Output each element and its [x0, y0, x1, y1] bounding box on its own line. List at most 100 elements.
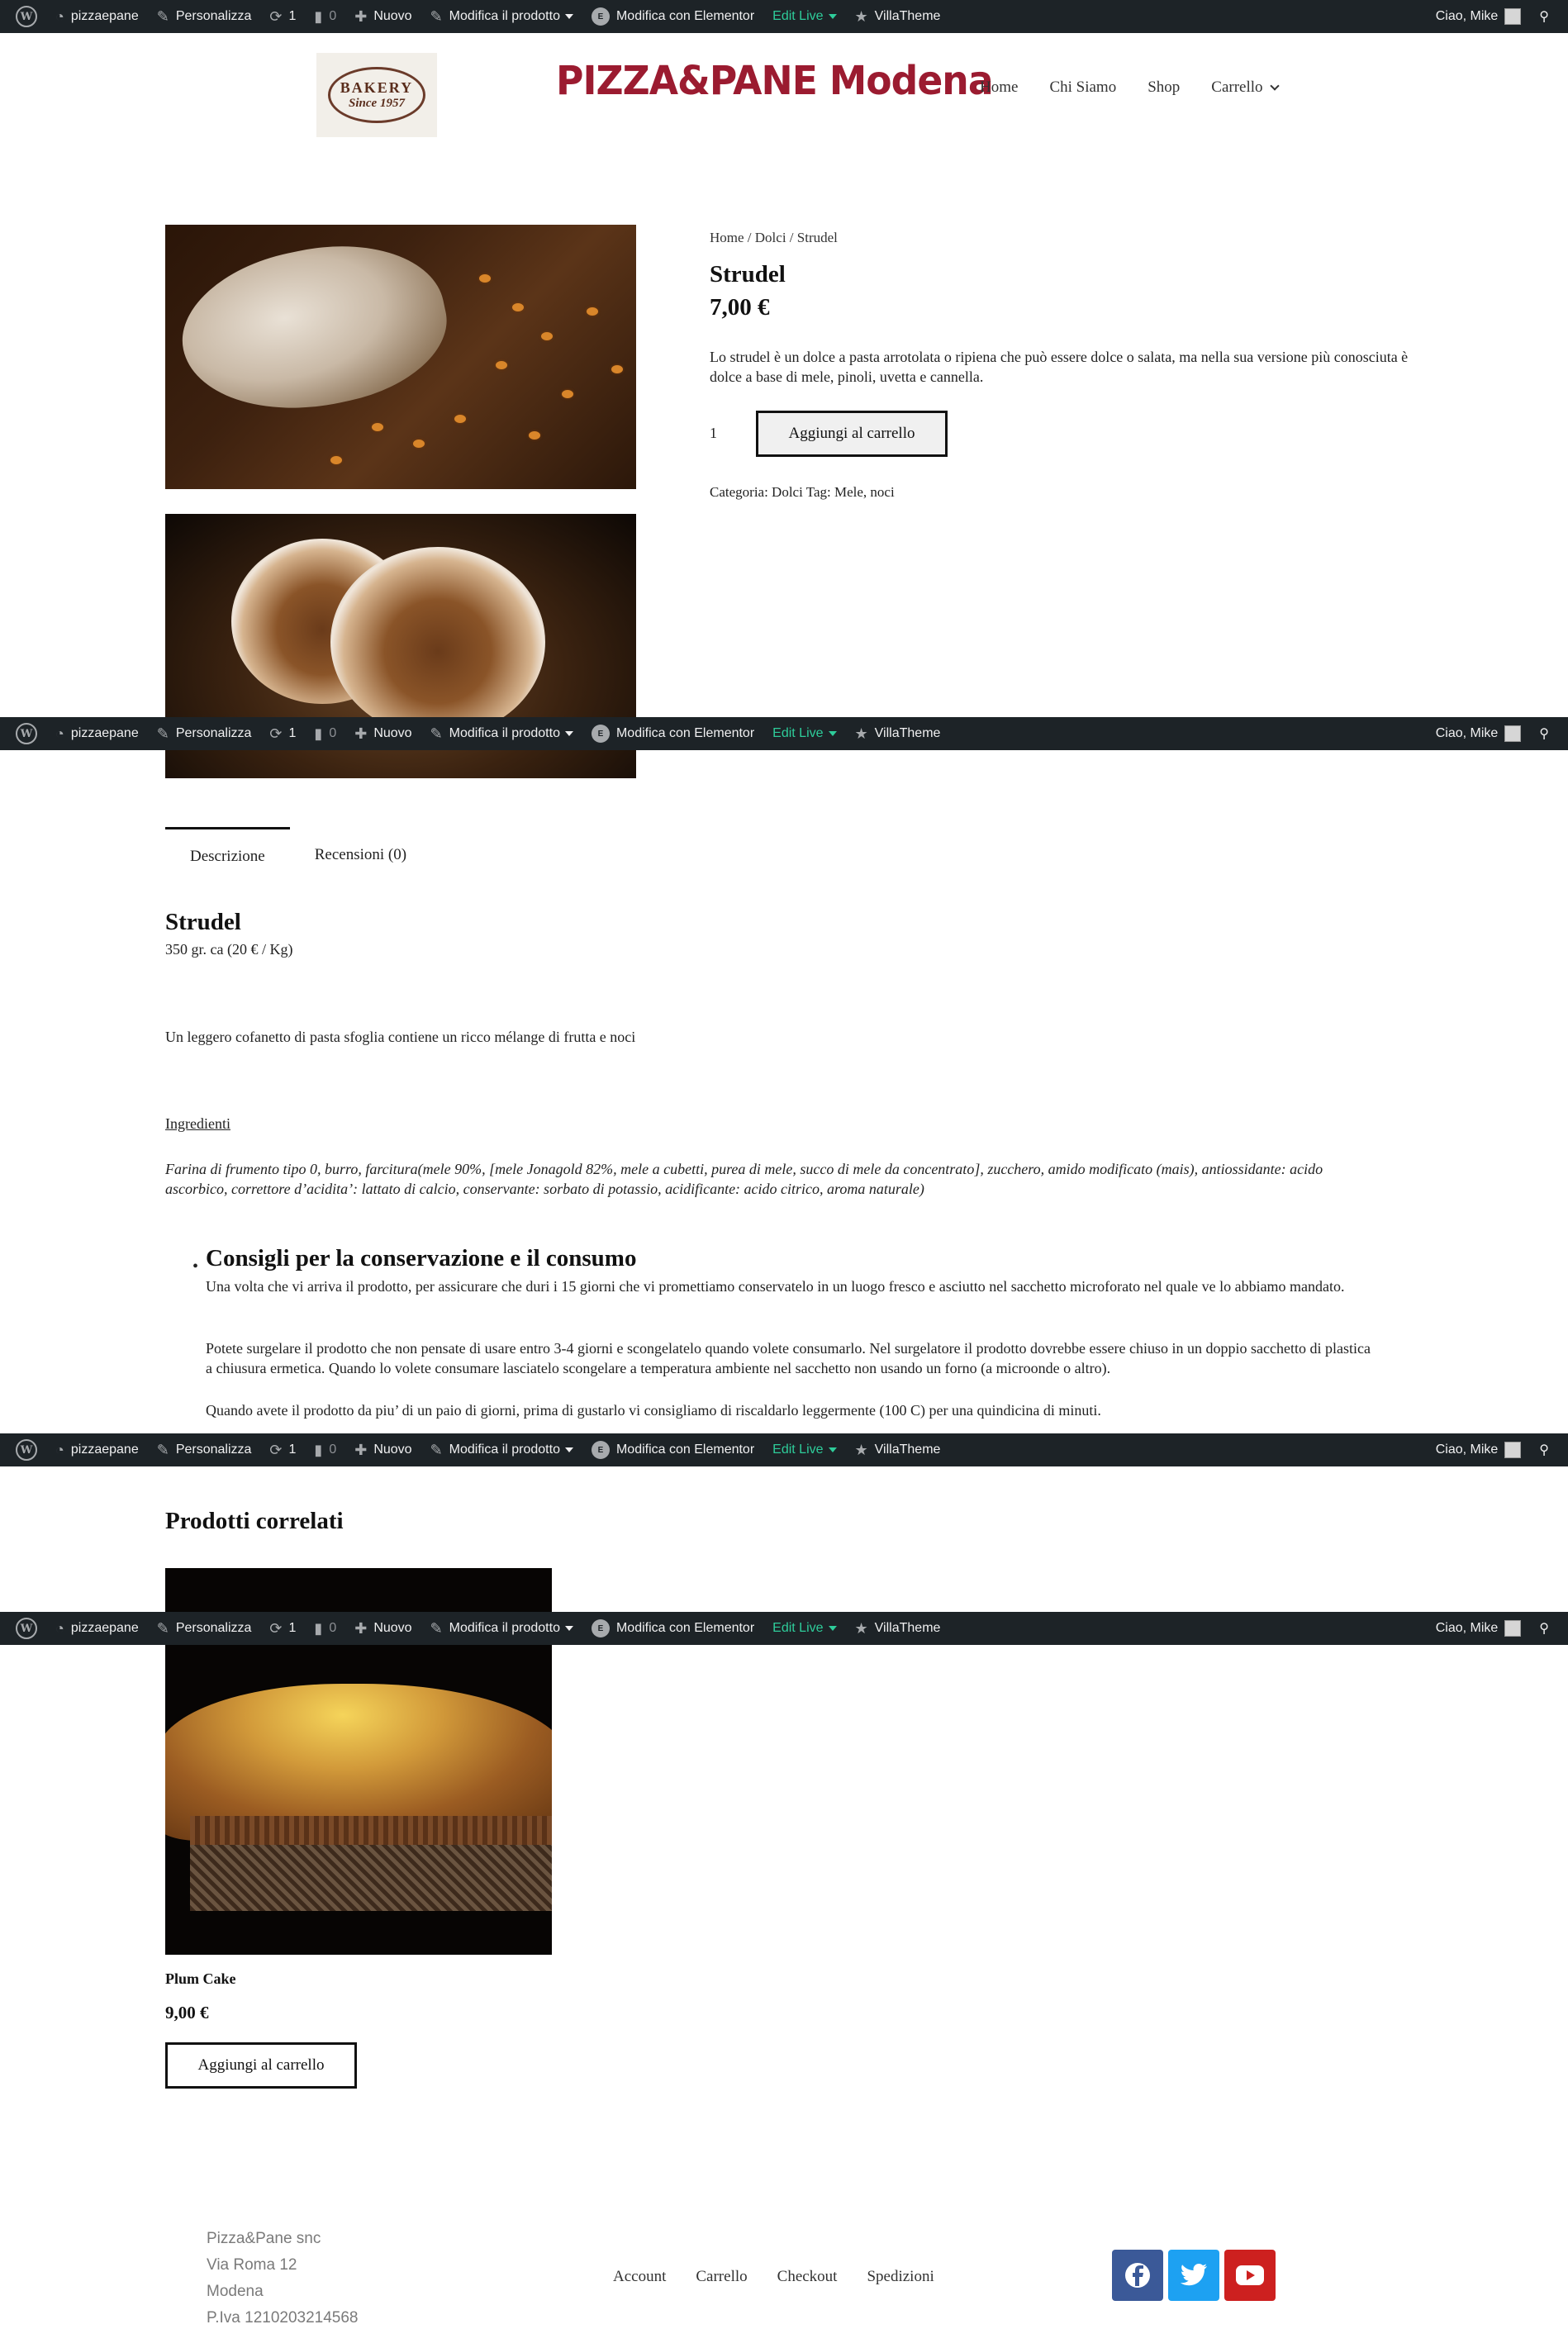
my-account-menu[interactable]: Ciao, Mike — [1427, 717, 1531, 750]
elementor-edit-link[interactable]: E Modifica con Elementor — [582, 717, 763, 750]
customize-link[interactable]: ✎ Personalizza — [148, 0, 261, 33]
wordpress-menu[interactable]: W — [7, 1612, 46, 1645]
customize-link[interactable]: ✎ Personalizza — [148, 717, 261, 750]
tab-recensioni[interactable]: Recensioni (0) — [290, 827, 431, 873]
product-image-main[interactable] — [165, 225, 636, 489]
plus-icon: ✚ — [354, 1441, 368, 1458]
updates-link[interactable]: ⟳ 1 — [260, 717, 305, 750]
nav-shop[interactable]: Shop — [1147, 78, 1180, 97]
raisin-shape — [496, 361, 507, 369]
site-title[interactable]: PIZZA&PANE Modena — [556, 58, 994, 104]
star-icon: ★ — [854, 7, 868, 25]
footer-link-account[interactable]: Account — [613, 2268, 666, 2286]
description-weight: 350 gr. ca (20 € / Kg) — [165, 941, 293, 958]
my-account-menu[interactable]: Ciao, Mike — [1427, 1433, 1531, 1466]
wordpress-menu[interactable]: W — [7, 717, 46, 750]
dashboard-icon: ◔ — [55, 1441, 64, 1458]
consigli-heading: Consigli per la conservazione e il consu… — [206, 1245, 637, 1271]
villatheme-menu[interactable]: ★ VillaTheme — [846, 1433, 950, 1466]
brush-icon: ✎ — [156, 1619, 169, 1637]
edit-live-menu[interactable]: Edit Live — [763, 1433, 845, 1466]
edit-product-menu[interactable]: ✎ Modifica il prodotto — [421, 717, 582, 750]
footer-street: Via Roma 12 — [207, 2256, 297, 2274]
new-content-menu[interactable]: ✚ Nuovo — [345, 0, 421, 33]
admin-search[interactable]: ⚲ — [1530, 717, 1558, 750]
pencil-icon: ✎ — [430, 1441, 443, 1458]
comments-link[interactable]: ▮ 0 — [305, 717, 345, 750]
description-intro: Un leggero cofanetto di pasta sfoglia co… — [165, 1029, 636, 1045]
elementor-edit-link[interactable]: E Modifica con Elementor — [582, 0, 763, 33]
search-icon: ⚲ — [1539, 727, 1549, 741]
villatheme-menu[interactable]: ★ VillaTheme — [846, 1612, 950, 1645]
star-icon: ★ — [854, 725, 868, 742]
wordpress-icon: W — [16, 1439, 37, 1461]
updates-link[interactable]: ⟳ 1 — [260, 1433, 305, 1466]
tab-descrizione[interactable]: Descrizione — [165, 827, 290, 873]
caret-down-icon — [828, 731, 837, 736]
related-add-to-cart-button[interactable]: Aggiungi al carrello — [165, 2042, 357, 2089]
breadcrumb[interactable]: Home / Dolci / Strudel — [710, 230, 838, 246]
quantity-input[interactable]: 1 — [710, 425, 717, 442]
star-icon: ★ — [854, 1619, 868, 1637]
wordpress-icon: W — [16, 6, 37, 27]
new-content-menu[interactable]: ✚ Nuovo — [345, 717, 421, 750]
pencil-icon: ✎ — [430, 725, 443, 742]
comments-link[interactable]: ▮ 0 — [305, 1612, 345, 1645]
updates-link[interactable]: ⟳ 1 — [260, 1612, 305, 1645]
comments-link[interactable]: ▮ 0 — [305, 1433, 345, 1466]
wordpress-menu[interactable]: W — [7, 1433, 46, 1466]
raisin-shape — [454, 415, 466, 423]
admin-search[interactable]: ⚲ — [1530, 1612, 1558, 1645]
my-account-menu[interactable]: Ciao, Mike — [1427, 1612, 1531, 1645]
footer-link-spedizioni[interactable]: Spedizioni — [867, 2268, 934, 2286]
caret-down-icon — [564, 1447, 573, 1452]
edit-live-menu[interactable]: Edit Live — [763, 1612, 845, 1645]
admin-site-link[interactable]: ◔ pizzaepane — [46, 1433, 148, 1466]
comment-icon: ▮ — [314, 725, 323, 742]
villatheme-menu[interactable]: ★ VillaTheme — [846, 0, 950, 33]
new-content-menu[interactable]: ✚ Nuovo — [345, 1433, 421, 1466]
my-account-menu[interactable]: Ciao, Mike — [1427, 0, 1531, 33]
admin-site-link[interactable]: ◔ pizzaepane — [46, 0, 148, 33]
plus-icon: ✚ — [354, 7, 368, 25]
elementor-edit-link[interactable]: E Modifica con Elementor — [582, 1433, 763, 1466]
admin-site-link[interactable]: ◔ pizzaepane — [46, 1612, 148, 1645]
comment-icon: ▮ — [314, 1619, 323, 1637]
edit-live-menu[interactable]: Edit Live — [763, 0, 845, 33]
elementor-edit-link[interactable]: E Modifica con Elementor — [582, 1612, 763, 1645]
nav-carrello[interactable]: Carrello — [1211, 78, 1280, 97]
nav-home[interactable]: Home — [980, 78, 1018, 97]
footer-link-carrello[interactable]: Carrello — [696, 2268, 747, 2286]
youtube-link[interactable] — [1224, 2250, 1276, 2301]
admin-search[interactable]: ⚲ — [1530, 1433, 1558, 1466]
facebook-link[interactable] — [1112, 2250, 1163, 2301]
edit-product-menu[interactable]: ✎ Modifica il prodotto — [421, 1433, 582, 1466]
product-tabs: Descrizione Recensioni (0) — [165, 827, 431, 873]
search-icon: ⚲ — [1539, 10, 1549, 24]
new-content-menu[interactable]: ✚ Nuovo — [345, 1612, 421, 1645]
customize-link[interactable]: ✎ Personalizza — [148, 1612, 261, 1645]
caret-down-icon — [828, 14, 837, 19]
nav-chi-siamo[interactable]: Chi Siamo — [1049, 78, 1116, 97]
add-to-cart-button[interactable]: Aggiungi al carrello — [756, 411, 948, 457]
site-logo[interactable]: BAKERY Since 1957 — [316, 53, 437, 137]
avatar — [1504, 1620, 1522, 1637]
edit-product-menu[interactable]: ✎ Modifica il prodotto — [421, 1612, 582, 1645]
edit-product-menu[interactable]: ✎ Modifica il prodotto — [421, 0, 582, 33]
plus-icon: ✚ — [354, 725, 368, 742]
edit-live-menu[interactable]: Edit Live — [763, 717, 845, 750]
twitter-link[interactable] — [1168, 2250, 1219, 2301]
footer-link-checkout[interactable]: Checkout — [777, 2268, 838, 2286]
villatheme-menu[interactable]: ★ VillaTheme — [846, 717, 950, 750]
wordpress-menu[interactable]: W — [7, 0, 46, 33]
updates-link[interactable]: ⟳ 1 — [260, 0, 305, 33]
raisin-shape — [330, 456, 342, 464]
facebook-icon — [1125, 2263, 1150, 2288]
related-product-name[interactable]: Plum Cake — [165, 1970, 236, 1988]
updates-icon: ⟳ — [269, 1619, 283, 1637]
admin-search[interactable]: ⚲ — [1530, 0, 1558, 33]
search-icon: ⚲ — [1539, 1622, 1549, 1636]
comments-link[interactable]: ▮ 0 — [305, 0, 345, 33]
admin-site-link[interactable]: ◔ pizzaepane — [46, 717, 148, 750]
customize-link[interactable]: ✎ Personalizza — [148, 1433, 261, 1466]
